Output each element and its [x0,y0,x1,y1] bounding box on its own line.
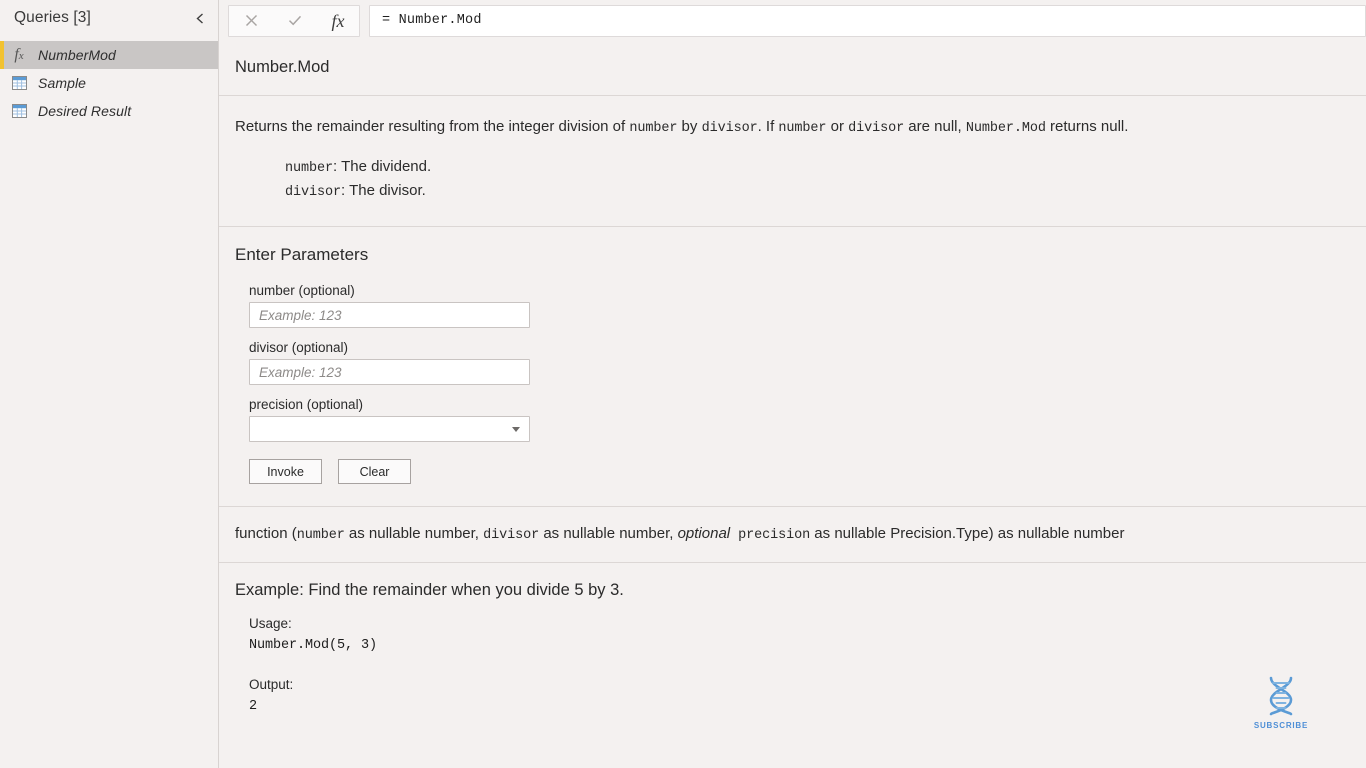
formula-input[interactable]: = Number.Mod [369,4,1366,37]
close-icon[interactable] [229,6,273,36]
fx-icon[interactable]: fx [317,6,359,36]
formula-bar-buttons: fx [228,4,360,37]
clear-button[interactable]: Clear [338,459,411,485]
enter-parameters-title: Enter Parameters [235,245,369,265]
precision-dropdown[interactable] [249,416,530,443]
power-query-function-invoker: Queries [3] fx NumberMod Sample Desired … [0,0,1366,768]
sig-code-precision: precision [730,528,811,544]
queries-sidebar: Queries [3] fx NumberMod Sample Desired … [0,0,219,768]
checkmark-icon[interactable] [273,6,317,36]
sig-text-3: as nullable number, [539,525,678,543]
desc-text-3: . If [757,118,779,135]
parameter-buttons: Invoke Clear [249,459,1350,485]
example-section: Example: Find the remainder when you div… [219,563,1366,733]
function-pane: fx = Number.Mod Number.Mod Returns the r… [219,0,1366,768]
invoke-button[interactable]: Invoke [249,459,322,485]
sig-code-divisor: divisor [483,528,540,544]
function-signature-section: function (number as nullable number, div… [219,507,1366,562]
chevron-left-icon[interactable] [192,10,208,26]
function-description-section: Returns the remainder resulting from the… [219,96,1366,226]
divisor-input[interactable] [257,363,522,381]
sidebar-item-sample[interactable]: Sample [0,69,218,97]
desc-code-number-2: number [778,121,827,136]
sidebar-item-desired-result[interactable]: Desired Result [0,97,218,125]
fx-icon: fx [14,46,24,63]
queries-pane-title: Queries [3] [14,9,91,26]
parameter-fields: number (optional) divisor (optional) pre… [249,283,1350,485]
sig-code-number: number [296,528,345,544]
param-name: divisor [285,185,342,201]
function-name: Number.Mod [235,58,330,76]
table-icon [6,104,32,118]
parameter-description-number: number: The dividend. [285,155,1350,180]
desc-code-number: number [629,121,678,136]
number-field[interactable] [249,302,530,329]
function-description: Returns the remainder resulting from the… [235,116,1350,139]
fx-label: fx [331,10,345,31]
divisor-field[interactable] [249,359,530,386]
table-icon [6,76,32,90]
sig-optional-keyword: optional [677,525,731,543]
sidebar-item-label: Desired Result [38,103,132,119]
parameter-description-divisor: divisor: The divisor. [285,179,1350,204]
desc-code-numbermod: Number.Mod [965,121,1046,136]
desc-text-5: are null, [904,118,966,135]
chevron-down-icon[interactable] [512,426,520,432]
desc-text-2: by [677,118,702,135]
sidebar-item-label: NumberMod [38,47,116,63]
formula-value: = Number.Mod [382,13,482,28]
number-field-label: number (optional) [249,283,355,299]
desc-text-6: returns null. [1045,118,1129,135]
param-name: number [285,160,334,176]
sig-text-1: function ( [235,525,297,543]
param-text: : The divisor. [341,182,426,200]
usage-label: Usage: [249,616,292,632]
sidebar-item-label: Sample [38,75,87,91]
enter-parameters-section: Enter Parameters number (optional) divis… [219,227,1366,506]
desc-text-1: Returns the remainder resulting from the… [235,118,630,135]
query-list: fx NumberMod Sample Desired Result [0,41,218,125]
parameter-descriptions: number: The dividend. divisor: The divis… [285,155,1350,205]
output-value: 2 [249,698,258,714]
desc-code-divisor-2: divisor [848,121,905,136]
divisor-field-label: divisor (optional) [249,340,349,356]
function-signature: function (number as nullable number, div… [235,525,1350,543]
sidebar-item-numbermod[interactable]: fx NumberMod [0,41,218,69]
usage-code: Number.Mod(5, 3) [249,638,378,654]
example-title: Example: Find the remainder when you div… [235,581,624,600]
output-label: Output: [249,676,294,692]
function-name-section: Number.Mod [219,41,1366,95]
desc-code-divisor: divisor [701,121,758,136]
sig-text-4: as nullable Precision.Type) as nullable … [810,525,1125,543]
sig-text-2: as nullable number, [344,525,484,543]
queries-pane-header: Queries [3] [0,3,218,33]
precision-field-label: precision (optional) [249,397,364,413]
example-body: Usage: Number.Mod(5, 3) Output: 2 [249,614,1350,717]
formula-bar: fx = Number.Mod [219,0,1366,41]
desc-text-4: or [826,118,849,135]
param-text: : The dividend. [333,157,432,175]
number-input[interactable] [257,306,522,324]
